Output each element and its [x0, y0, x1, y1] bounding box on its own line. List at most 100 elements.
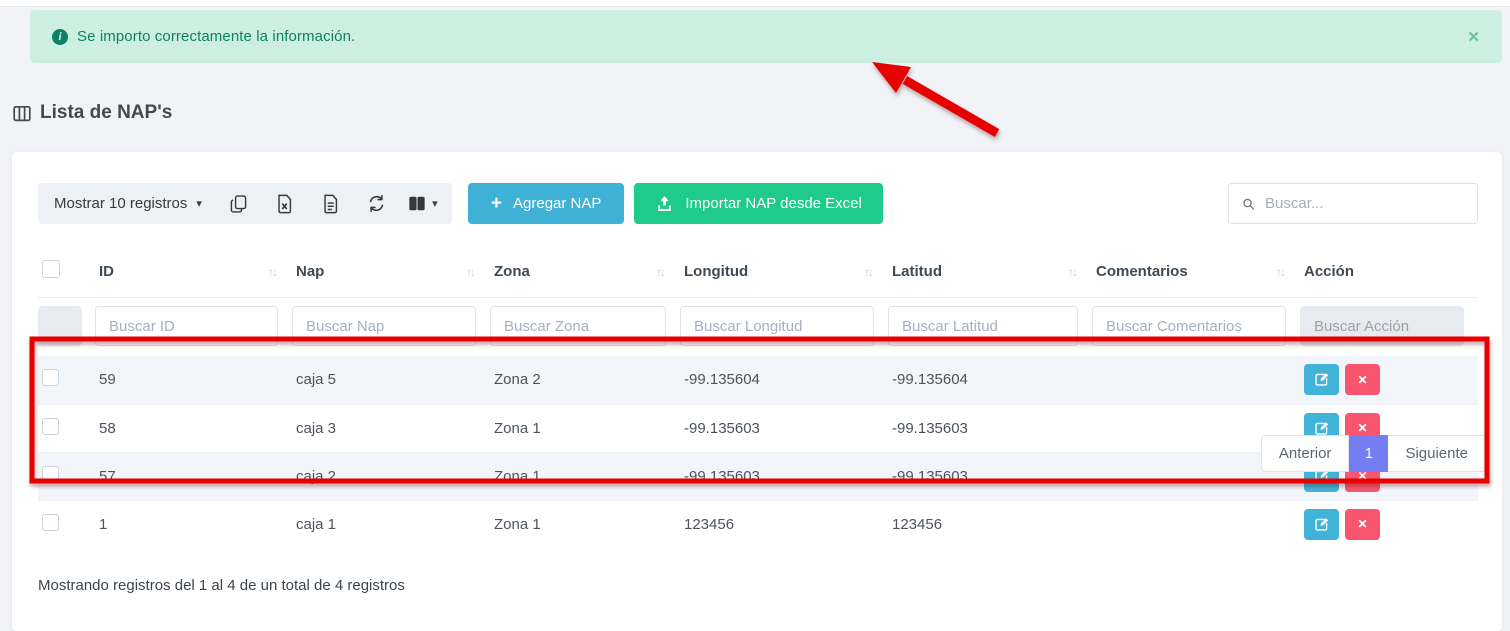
import-nap-label: Importar NAP desde Excel	[685, 195, 861, 212]
cell-latitud: -99.135604	[888, 356, 1092, 404]
cell-comentarios	[1092, 356, 1300, 404]
cell-latitud: -99.135603	[888, 404, 1092, 452]
delete-button[interactable]: ✕	[1345, 364, 1380, 395]
page-length-label: Mostrar 10 registros	[54, 195, 187, 212]
cell-zona: Zona 1	[490, 452, 680, 500]
cell-zona: Zona 1	[490, 500, 680, 548]
delete-button[interactable]: ✕	[1345, 509, 1380, 540]
columns-icon	[408, 195, 426, 212]
document-icon	[322, 194, 339, 214]
sort-icon[interactable]: ↑↓	[864, 265, 878, 279]
success-alert: i Se importo correctamente la informació…	[30, 10, 1502, 63]
filter-longitud-input[interactable]	[680, 306, 874, 346]
excel-file-icon	[276, 194, 293, 214]
nap-list-card: Mostrar 10 registros ▾	[12, 152, 1502, 631]
page-title: Lista de NAP's	[13, 102, 172, 124]
plus-icon: +	[491, 194, 502, 213]
column-header-longitud[interactable]: Longitud↑↓	[680, 245, 888, 298]
app-screen: i Se importo correctamente la informació…	[0, 0, 1510, 631]
column-header-nap[interactable]: Nap↑↓	[292, 245, 490, 298]
sort-icon[interactable]: ↑↓	[466, 265, 480, 279]
cell-latitud: -99.135603	[888, 452, 1092, 500]
edit-button[interactable]	[1304, 364, 1339, 395]
global-search	[1228, 183, 1478, 224]
select-all-checkbox[interactable]	[42, 260, 60, 278]
column-header-comentarios[interactable]: Comentarios↑↓	[1092, 245, 1300, 298]
cell-id: 59	[95, 356, 292, 404]
cell-nap: caja 5	[292, 356, 490, 404]
annotation-arrow-shaft	[905, 80, 997, 133]
upload-icon	[655, 194, 674, 213]
cell-zona: Zona 1	[490, 404, 680, 452]
cell-longitud: -99.135604	[680, 356, 888, 404]
cell-id: 58	[95, 404, 292, 452]
sort-icon[interactable]: ↑↓	[1068, 265, 1082, 279]
export-excel-button[interactable]	[262, 183, 308, 224]
cell-comentarios	[1092, 500, 1300, 548]
pagination-previous[interactable]: Anterior	[1261, 435, 1350, 472]
alert-message: Se importo correctamente la información.	[77, 28, 355, 45]
cell-longitud: -99.135603	[680, 452, 888, 500]
filter-zona-input[interactable]	[490, 306, 666, 346]
cell-id: 57	[95, 452, 292, 500]
chevron-down-icon: ▾	[432, 197, 438, 210]
table-row: 59 caja 5 Zona 2 -99.135604 -99.135604	[38, 356, 1478, 404]
row-checkbox[interactable]	[42, 514, 59, 531]
x-icon: ✕	[1357, 421, 1367, 435]
sort-icon[interactable]: ↑↓	[268, 265, 282, 279]
table-toolbar: Mostrar 10 registros ▾	[38, 183, 1478, 224]
copy-icon	[229, 194, 248, 214]
row-checkbox[interactable]	[42, 466, 59, 483]
x-icon: ✕	[1357, 373, 1367, 387]
pagination-next[interactable]: Siguiente	[1388, 435, 1486, 472]
column-header-accion[interactable]: Acción	[1300, 245, 1478, 298]
table-columns-icon	[13, 105, 31, 122]
edit-button[interactable]	[1304, 509, 1339, 540]
row-checkbox[interactable]	[42, 418, 59, 435]
cell-id: 1	[95, 500, 292, 548]
column-header-id[interactable]: ID↑↓	[95, 245, 292, 298]
refresh-icon	[367, 194, 386, 213]
nap-table: ID↑↓ Nap↑↓ Zona↑↓ Longitud↑↓ Latitud↑↓ C…	[38, 245, 1478, 548]
filter-nap-input[interactable]	[292, 306, 476, 346]
records-summary: Mostrando registros del 1 al 4 de un tot…	[38, 577, 1478, 594]
add-nap-button[interactable]: + Agregar NAP	[468, 183, 624, 224]
annotation-arrow-head	[872, 62, 911, 93]
filter-latitud-input[interactable]	[888, 306, 1078, 346]
filter-comentarios-input[interactable]	[1092, 306, 1286, 346]
import-nap-button[interactable]: Importar NAP desde Excel	[634, 183, 882, 224]
cell-nap: caja 2	[292, 452, 490, 500]
copy-button[interactable]	[216, 183, 262, 224]
refresh-button[interactable]	[354, 183, 400, 224]
cell-zona: Zona 2	[490, 356, 680, 404]
edit-pencil-icon	[1314, 421, 1329, 436]
search-input[interactable]	[1265, 195, 1464, 212]
x-icon: ✕	[1357, 517, 1367, 531]
chevron-down-icon: ▾	[196, 197, 202, 210]
header-row: ID↑↓ Nap↑↓ Zona↑↓ Longitud↑↓ Latitud↑↓ C…	[38, 245, 1478, 298]
filter-accion-input	[1300, 306, 1464, 346]
search-icon	[1242, 195, 1255, 213]
page-title-text: Lista de NAP's	[40, 102, 172, 124]
filter-id-input[interactable]	[95, 306, 278, 346]
edit-pencil-icon	[1314, 372, 1329, 387]
column-visibility-button[interactable]: ▾	[400, 183, 446, 224]
export-file-button[interactable]	[308, 183, 354, 224]
table-row: 1 caja 1 Zona 1 123456 123456 ✕	[38, 500, 1478, 548]
column-header-latitud[interactable]: Latitud↑↓	[888, 245, 1092, 298]
column-header-zona[interactable]: Zona↑↓	[490, 245, 680, 298]
cell-longitud: 123456	[680, 500, 888, 548]
page-length-select[interactable]: Mostrar 10 registros ▾	[54, 195, 216, 212]
pagination: Anterior 1 Siguiente	[1261, 435, 1486, 472]
edit-pencil-icon	[1314, 517, 1329, 532]
cell-longitud: -99.135603	[680, 404, 888, 452]
row-checkbox[interactable]	[42, 369, 59, 386]
sort-icon[interactable]: ↑↓	[1276, 265, 1290, 279]
close-icon[interactable]: ✕	[1467, 28, 1480, 46]
pagination-page-1[interactable]: 1	[1349, 435, 1388, 472]
topbar-strip	[0, 0, 1510, 7]
sort-icon[interactable]: ↑↓	[656, 265, 670, 279]
cell-nap: caja 1	[292, 500, 490, 548]
cell-nap: caja 3	[292, 404, 490, 452]
info-icon: i	[52, 29, 68, 45]
